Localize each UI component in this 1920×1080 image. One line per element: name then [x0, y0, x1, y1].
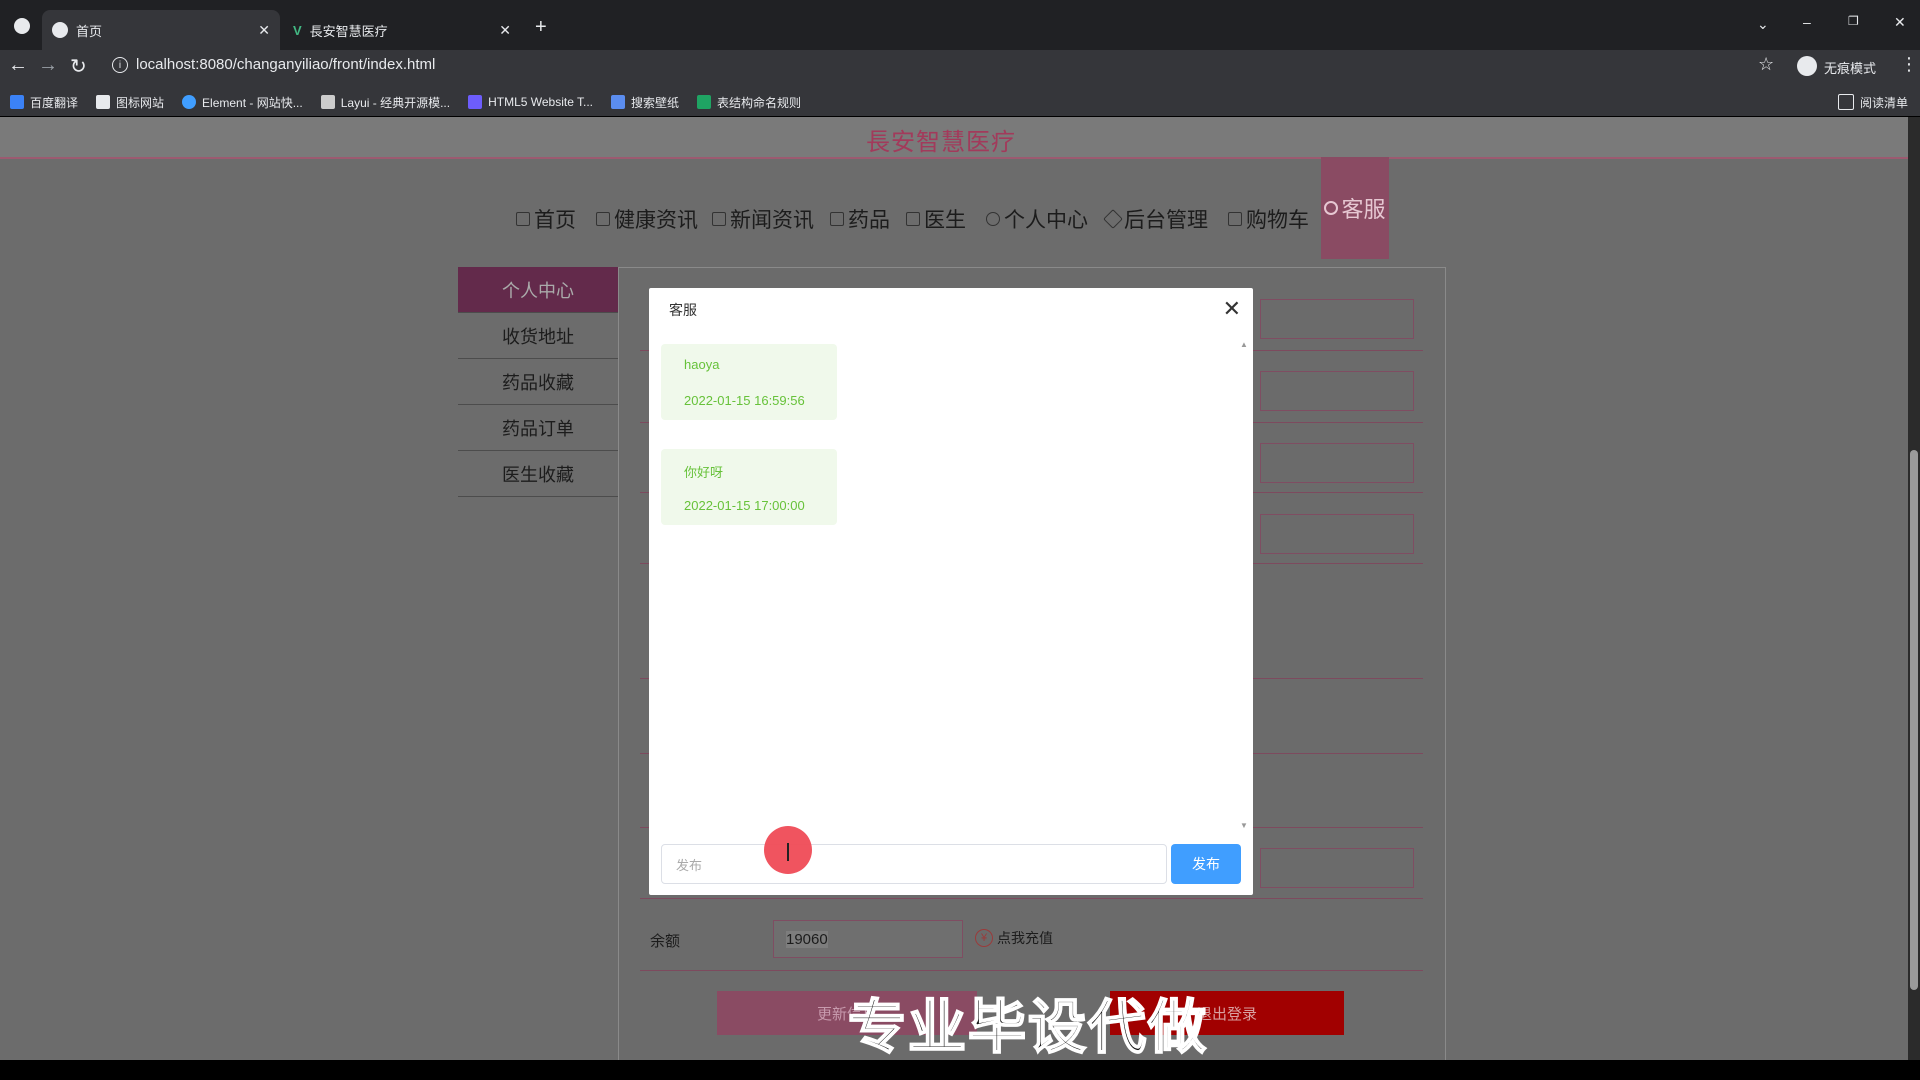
message-text: 你好呀	[684, 465, 724, 480]
restore-icon[interactable]: ❐	[1848, 14, 1859, 28]
nav-medicine[interactable]: 药品	[830, 169, 890, 269]
doctor-icon	[906, 212, 920, 226]
bookmark-item[interactable]: HTML5 Website T...	[468, 95, 593, 109]
tab-title: 長安智慧医疗	[309, 23, 388, 39]
sidebar-item-doctor-favorites[interactable]: 医生收藏	[458, 451, 618, 497]
bookmark-item[interactable]: 表结构命名规则	[697, 94, 801, 111]
pill-icon	[830, 212, 844, 226]
browser-tab-bar: 首页 ✕ V 長安智慧医疗 ✕ + ⌄ – ❐ ✕	[0, 0, 1920, 50]
profile-label[interactable]: 无痕模式	[1824, 58, 1876, 77]
page-scrollbar-thumb[interactable]	[1910, 450, 1918, 990]
balance-input[interactable]: 19060	[773, 920, 963, 958]
tab-home[interactable]: 首页 ✕	[42, 10, 280, 50]
nav-cart[interactable]: 购物车	[1228, 169, 1309, 269]
nav-customer-service[interactable]: 客服	[1321, 157, 1389, 259]
bookmark-item[interactable]: 百度翻译	[10, 94, 78, 111]
forward-icon[interactable]: →	[38, 54, 58, 77]
profile-field[interactable]	[1260, 514, 1414, 554]
translate-icon	[10, 95, 24, 109]
bookmark-item[interactable]: Layui - 经典开源模...	[320, 94, 450, 111]
wallpaper-icon	[611, 95, 626, 109]
yen-icon: ¥	[975, 929, 993, 947]
more-menu-icon[interactable]: ⋮	[1900, 54, 1918, 75]
nav-admin[interactable]: 后台管理	[1103, 169, 1208, 269]
html5-icon	[468, 95, 483, 109]
recharge-link[interactable]: ¥ 点我充值	[975, 928, 1053, 948]
close-icon[interactable]: ✕	[1223, 296, 1241, 322]
newspaper-icon	[712, 212, 726, 226]
bookmark-item[interactable]: 图标网站	[96, 94, 164, 111]
reload-icon[interactable]: ↻	[70, 54, 87, 79]
reading-list-icon	[1837, 94, 1854, 110]
nav-personal-center[interactable]: 个人中心	[986, 169, 1088, 269]
sidebar: 个人中心 收货地址 药品收藏 药品订单 医生收藏	[458, 267, 618, 497]
bookmarks-bar: 百度翻译 图标网站 Element - 网站快... Layui - 经典开源模…	[0, 88, 1920, 116]
nav-doctor[interactable]: 医生	[906, 169, 966, 269]
chat-input[interactable]: 发布	[661, 844, 1167, 884]
incognito-icon	[1797, 56, 1817, 76]
message-text: haoya	[684, 357, 720, 372]
element-icon	[182, 95, 197, 109]
tab-search-icon[interactable]: ⌄	[1757, 16, 1769, 33]
nav-home[interactable]: 首页	[516, 169, 576, 269]
balance-label: 余额	[650, 933, 681, 950]
link-icon	[1103, 209, 1123, 229]
chat-message: haoya 2022-01-15 16:59:56	[661, 344, 837, 420]
sidebar-item-personal-center[interactable]: 个人中心	[458, 267, 618, 313]
info-icon[interactable]: i	[112, 57, 128, 73]
window-close-icon[interactable]: ✕	[1894, 14, 1906, 31]
new-tab-button[interactable]: +	[535, 16, 547, 39]
page-viewport: 長安智慧医疗 首页 健康资讯 新闻资讯 药品 医生 个人中心 后台管理 购物车 …	[0, 117, 1920, 1060]
nav-health-news[interactable]: 健康资讯	[596, 169, 698, 269]
send-button[interactable]: 发布	[1171, 844, 1241, 884]
user-icon	[986, 212, 1000, 226]
customer-service-dialog: 客服 ✕ haoya 2022-01-15 16:59:56 你好呀 2022-…	[649, 288, 1253, 895]
profile-field[interactable]	[1260, 371, 1414, 411]
scroll-up-icon[interactable]: ▲	[1240, 340, 1248, 349]
text-cursor-icon	[787, 843, 789, 861]
profile-field[interactable]	[1260, 848, 1414, 888]
sheet-icon	[697, 95, 712, 109]
tab-changan[interactable]: V 長安智慧医疗 ✕	[283, 10, 521, 50]
divider	[640, 898, 1423, 899]
profile-field[interactable]	[1260, 443, 1414, 483]
nav-news[interactable]: 新闻资讯	[712, 169, 814, 269]
flag-icon	[96, 95, 111, 109]
globe-icon	[52, 22, 68, 38]
service-icon	[1324, 201, 1339, 215]
bookmark-star-icon[interactable]: ☆	[1758, 54, 1774, 75]
sidebar-item-medicine-orders[interactable]: 药品订单	[458, 405, 618, 451]
watermark-text: 专业毕设代做	[847, 994, 1209, 1060]
site-title: 長安智慧医疗	[866, 129, 1016, 156]
vue-logo-icon: V	[293, 22, 302, 38]
bookmark-item[interactable]: Element - 网站快...	[182, 94, 303, 111]
cart-icon	[1228, 212, 1242, 226]
bookmark-item[interactable]: 搜索壁纸	[611, 94, 679, 111]
close-icon[interactable]: ✕	[499, 22, 511, 39]
chat-message: 你好呀 2022-01-15 17:00:00	[661, 449, 837, 525]
chat-scrollbar[interactable]: ▲ ▼	[1238, 340, 1248, 830]
close-icon[interactable]: ✕	[258, 22, 270, 39]
sidebar-item-address[interactable]: 收货地址	[458, 313, 618, 359]
divider	[640, 970, 1423, 971]
scroll-down-icon[interactable]: ▼	[1240, 821, 1248, 830]
document-icon	[596, 212, 610, 226]
address-bar[interactable]: localhost:8080/changanyiliao/front/index…	[136, 56, 435, 73]
layui-icon	[320, 95, 335, 109]
dialog-title: 客服	[669, 302, 697, 318]
browser-menu-icon[interactable]	[14, 18, 30, 34]
sidebar-item-medicine-favorites[interactable]: 药品收藏	[458, 359, 618, 405]
profile-field[interactable]	[1260, 299, 1414, 339]
message-time: 2022-01-15 16:59:56	[684, 393, 805, 408]
minimize-icon[interactable]: –	[1803, 14, 1811, 30]
reading-list[interactable]: 阅读清单	[1837, 94, 1908, 111]
message-time: 2022-01-15 17:00:00	[684, 498, 805, 513]
home-icon	[516, 212, 530, 226]
tab-title: 首页	[76, 23, 103, 39]
back-icon[interactable]: ←	[8, 54, 28, 77]
